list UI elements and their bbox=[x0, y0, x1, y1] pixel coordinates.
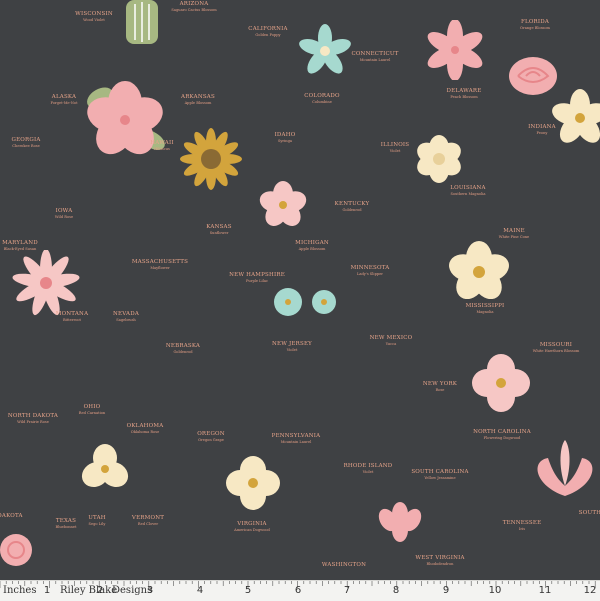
saguaro-cactus-illustration bbox=[126, 0, 158, 44]
peony-flower-icon bbox=[552, 89, 600, 143]
state-label-arkansas: Arkansas Apple Blossom bbox=[181, 94, 215, 105]
state-label-texas: Texas Bluebonnet bbox=[55, 518, 77, 529]
state-label-newhampshire: New Hampshire Purple Lilac bbox=[229, 272, 285, 283]
sego-lily-flower-icon bbox=[81, 444, 129, 488]
ruler-number-3: 3 bbox=[146, 585, 154, 596]
state-label-kansas: Kansas Sunflower bbox=[206, 224, 232, 235]
magnolia-large-flower-icon bbox=[449, 241, 509, 300]
state-label-minnesota: Minnesota Lady's Slipper bbox=[350, 265, 390, 276]
state-label-georgia: Georgia Cherokee Rose bbox=[11, 137, 41, 148]
state-label-virginia: Virginia American Dogwood bbox=[234, 521, 270, 532]
state-label-tennessee: Tennessee Iris bbox=[502, 520, 542, 531]
state-label-oregon: Oregon Oregon Grape bbox=[197, 431, 225, 442]
tennessee-iris-icon bbox=[537, 440, 593, 496]
state-label-illinois: Illinois Violet bbox=[380, 142, 410, 153]
state-label-ohio: Ohio Red Carnation bbox=[78, 404, 106, 415]
state-label-idaho: Idaho Syringa bbox=[274, 132, 296, 143]
state-label-michigan: Michigan Apple Blossom bbox=[295, 240, 329, 251]
ruler-number-6: 6 bbox=[294, 585, 302, 596]
state-label-newyork: New York Rose bbox=[422, 381, 458, 392]
state-label-indiana: Indiana Peony bbox=[528, 124, 556, 135]
magnolia-flower-icon bbox=[417, 135, 461, 183]
state-label-missouri: Missouri White Hawthorn Blossom bbox=[532, 342, 580, 353]
ruler-number-12: 12 bbox=[583, 585, 597, 596]
dogwood-flower-icon bbox=[472, 354, 530, 412]
state-label-delaware: Delaware Peach Blossom bbox=[446, 88, 482, 99]
state-label-southcarolina: South Carolina Yellow Jessamine bbox=[411, 469, 469, 480]
fabric-print: Arizona Saguaro Cactus Blossom Wisconsin W… bbox=[0, 0, 600, 580]
state-label-nebraska: Nebraska Goldenrod bbox=[165, 343, 201, 354]
state-label-newjersey: New Jersey Violet bbox=[271, 341, 313, 352]
state-label-vermont: Vermont Red Clover bbox=[131, 515, 165, 526]
brand-name: Riley Blake bbox=[60, 585, 118, 596]
state-label-maryland: Maryland Black-Eyed Susan bbox=[2, 240, 38, 251]
dogwood-cream-flower-icon bbox=[226, 456, 280, 510]
bitterroot-flower-icon bbox=[12, 250, 80, 316]
state-label-dakota: Dakota bbox=[0, 513, 23, 519]
state-label-california: California Golden Poppy bbox=[248, 26, 288, 37]
state-label-mississippi: Mississippi Magnolia bbox=[465, 303, 505, 314]
ruler-number-1: 1 bbox=[43, 585, 51, 596]
state-label-montana: Montana Bitterroot bbox=[55, 311, 89, 322]
state-label-northdakota: North Dakota Wild Prairie Rose bbox=[7, 413, 59, 424]
state-label-newmexico: New Mexico Yucca bbox=[369, 335, 413, 346]
ruler-number-9: 9 bbox=[442, 585, 450, 596]
state-label-louisiana: Louisiana Southern Magnolia bbox=[450, 185, 486, 196]
state-label-massachusetts: Massachusetts Mayflower bbox=[131, 259, 189, 270]
state-label-florida: Florida Orange Blossom bbox=[520, 19, 550, 30]
ruler-number-7: 7 bbox=[343, 585, 351, 596]
selvage-ruler: Inches Riley Blake Designs 1 2 3 4 5 6 7… bbox=[0, 580, 600, 601]
state-label-rhodeisland: Rhode Island Violet bbox=[343, 463, 393, 474]
state-label-iowa: Iowa Wild Rose bbox=[54, 208, 74, 219]
columbine-flower-icon bbox=[299, 24, 351, 74]
pink-rose-bottom-icon bbox=[0, 534, 32, 566]
ruler-number-5: 5 bbox=[244, 585, 252, 596]
rhododendron-flower-icon bbox=[378, 502, 422, 542]
state-label-hawaii: Hawaii Hibiscus bbox=[150, 140, 174, 151]
state-label-colorado: Colorado Columbine bbox=[304, 93, 340, 104]
ruler-number-8: 8 bbox=[392, 585, 400, 596]
state-label-westvirginia: West Virginia Rhododendron bbox=[415, 555, 465, 566]
state-label-utah: Utah Sego Lily bbox=[88, 515, 106, 526]
violet-mint-flower-icon bbox=[274, 288, 336, 316]
state-label-alaska: Alaska Forget-Me-Not bbox=[50, 94, 78, 105]
state-label-wisconsin: Wisconsin Wood Violet bbox=[75, 11, 113, 22]
sunflower-icon bbox=[180, 128, 242, 190]
state-label-kentucky: Kentucky Goldenrod bbox=[334, 201, 370, 212]
ruler-units-label: Inches bbox=[3, 585, 37, 596]
state-label-pennsylvania: Pennsylvania Mountain Laurel bbox=[271, 433, 321, 444]
apple-blossom-icon bbox=[259, 181, 307, 226]
state-label-nevada: Nevada Sagebrush bbox=[113, 311, 139, 322]
state-label-south: South bbox=[578, 510, 600, 516]
state-label-maine: Maine White Pine Cone bbox=[498, 228, 530, 239]
ruler-number-10: 10 bbox=[488, 585, 502, 596]
ruler-number-2: 2 bbox=[96, 585, 104, 596]
lily-flower-icon bbox=[427, 20, 483, 80]
state-label-northcarolina: North Carolina Flowering Dogwood bbox=[473, 429, 531, 440]
state-label-connecticut: Connecticut Mountain Laurel bbox=[351, 51, 399, 62]
state-label-oklahoma: Oklahoma Oklahoma Rose bbox=[126, 423, 164, 434]
state-label-washington: Washington bbox=[321, 562, 367, 568]
ruler-number-4: 4 bbox=[196, 585, 204, 596]
ruler-number-11: 11 bbox=[538, 585, 552, 596]
state-label-arizona: Arizona Saguaro Cactus Blossom bbox=[171, 1, 217, 12]
